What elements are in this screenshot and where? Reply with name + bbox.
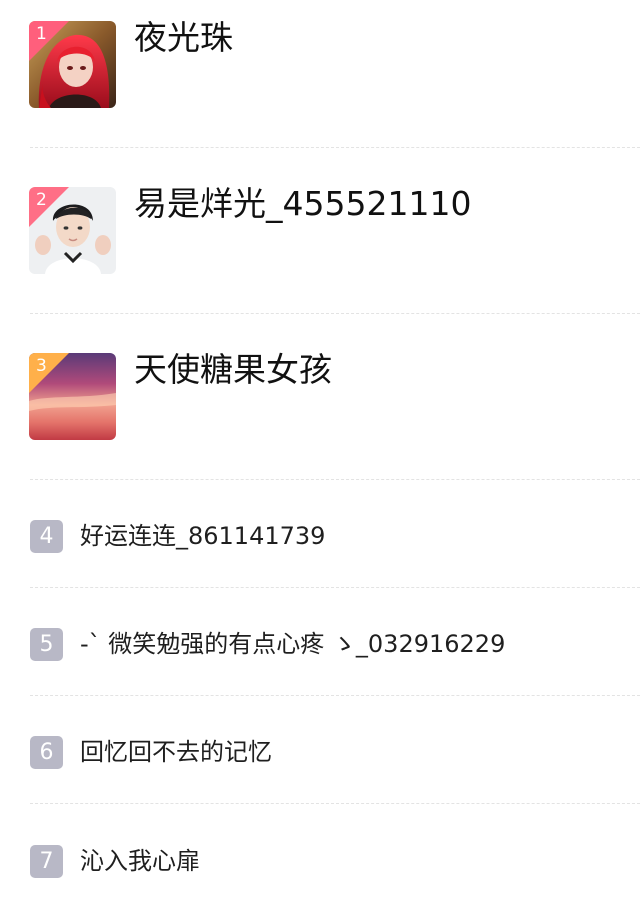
user-name: -ˋ 微笑勉强的有点心疼 ゝ_032916229 [80,630,506,658]
user-name: 沁入我心扉 [80,847,200,875]
avatar: 1 [29,21,116,108]
rank-number: 2 [36,190,47,210]
rank-corner-badge [29,187,69,227]
list-item[interactable]: 5 -ˋ 微笑勉强的有点心疼 ゝ_032916229 [0,588,640,696]
user-name: 易是烊光_455521110 [134,184,472,223]
user-name: 回忆回不去的记忆 [80,738,272,766]
user-name: 夜光珠 [134,18,233,57]
rank-corner-badge [29,353,69,393]
rank-number: 1 [36,24,47,44]
user-name: 天使糖果女孩 [134,350,332,389]
rank-badge: 7 [30,845,63,878]
rank-corner-badge [29,21,69,61]
list-item[interactable]: 1 夜光珠 [0,0,640,148]
rank-badge: 4 [30,520,63,553]
rank-number: 3 [36,356,47,376]
user-name: 好运连连_861141739 [80,522,326,550]
rank-badge: 6 [30,736,63,769]
list-item[interactable]: 2 易是烊光_455521110 [0,148,640,314]
list-item[interactable]: 7 沁入我心扉 [0,804,640,904]
list-item[interactable]: 4 好运连连_861141739 [0,480,640,588]
avatar: 3 [29,353,116,440]
avatar: 2 [29,187,116,274]
rank-badge: 5 [30,628,63,661]
list-item[interactable]: 6 回忆回不去的记忆 [0,696,640,804]
list-item[interactable]: 3 天使糖果女孩 [0,314,640,480]
ranking-list: 1 夜光珠 2 易是烊光_455521110 3 天使糖果女孩 4 好运连连_8… [0,0,640,904]
